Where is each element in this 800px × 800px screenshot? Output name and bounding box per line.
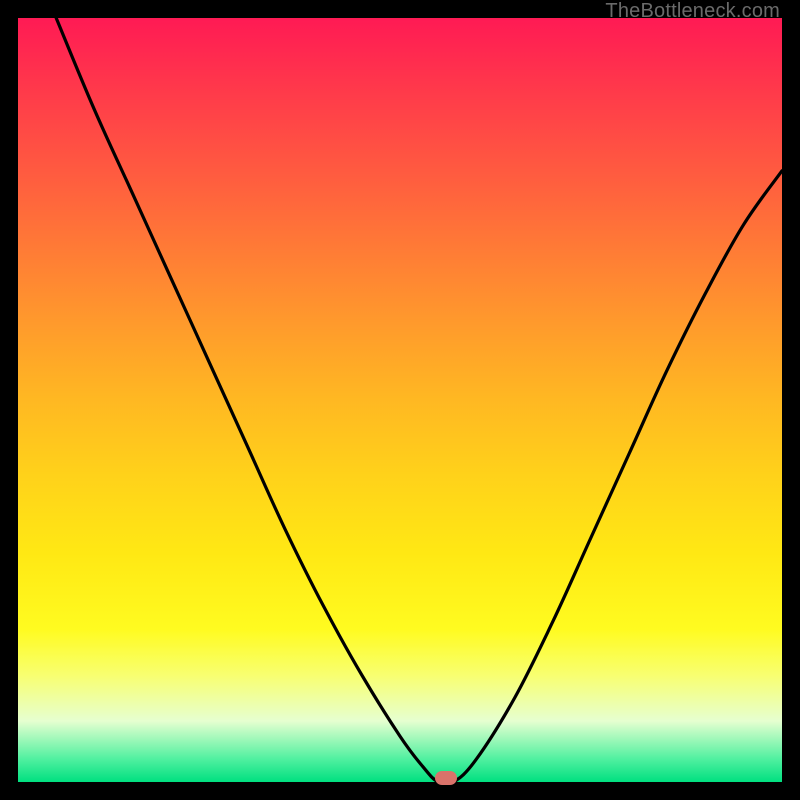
curve-svg <box>18 18 782 782</box>
plot-area <box>18 18 782 782</box>
minimum-point-marker <box>435 771 457 785</box>
chart-frame: TheBottleneck.com <box>0 0 800 800</box>
bottleneck-curve <box>56 18 782 782</box>
